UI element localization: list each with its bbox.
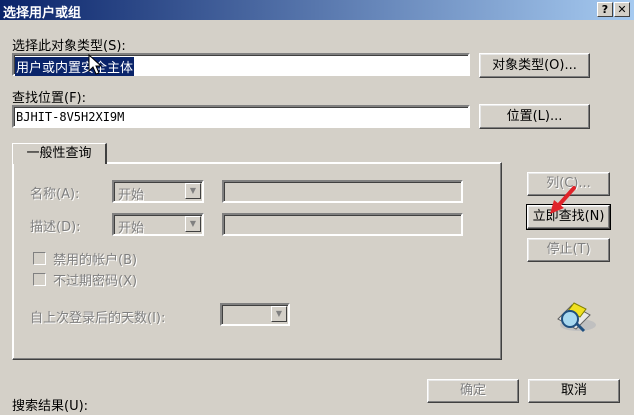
location-field[interactable]: BJHIT-8V5H2XI9M bbox=[12, 105, 470, 128]
object-types-button[interactable]: 对象类型(O)... bbox=[479, 53, 590, 78]
help-button[interactable]: ? bbox=[597, 2, 613, 17]
location-value: BJHIT-8V5H2XI9M bbox=[16, 110, 125, 124]
tab-common-queries[interactable]: 一般性查询 bbox=[12, 143, 107, 164]
object-type-label: 选择此对象类型(S): bbox=[12, 39, 126, 54]
chevron-down-icon: ▼ bbox=[185, 183, 201, 199]
name-input[interactable] bbox=[222, 180, 463, 203]
mouse-cursor-icon bbox=[88, 54, 103, 75]
description-label: 描述(D): bbox=[30, 220, 81, 235]
no-expire-password-label: 不过期密码(X) bbox=[53, 274, 138, 289]
description-mode-value: 开始 bbox=[118, 221, 145, 236]
close-button[interactable]: ✕ bbox=[614, 2, 630, 17]
name-label: 名称(A): bbox=[30, 187, 80, 202]
object-type-value: 用户或内置安全主体 bbox=[15, 57, 135, 76]
no-expire-password-checkbox[interactable] bbox=[33, 273, 46, 286]
disabled-accounts-label: 禁用的帐户(B) bbox=[53, 253, 138, 268]
locations-button[interactable]: 位置(L)... bbox=[479, 104, 590, 129]
annotation-arrow-icon bbox=[550, 186, 576, 214]
magnifier-icon bbox=[557, 302, 596, 333]
days-since-logon-label: 自上次登录后的天数(I): bbox=[30, 311, 166, 326]
chevron-down-icon: ▼ bbox=[185, 216, 201, 232]
description-input[interactable] bbox=[222, 213, 463, 236]
cancel-button[interactable]: 取消 bbox=[528, 379, 620, 403]
stop-button[interactable]: 停止(T) bbox=[527, 238, 610, 262]
description-mode-select[interactable]: 开始 ▼ bbox=[112, 213, 204, 236]
name-mode-select[interactable]: 开始 ▼ bbox=[112, 180, 204, 203]
days-since-logon-select[interactable]: ▼ bbox=[220, 303, 290, 326]
name-mode-value: 开始 bbox=[118, 188, 145, 203]
location-label: 查找位置(F): bbox=[12, 91, 87, 106]
window-title: 选择用户或组 bbox=[3, 6, 82, 21]
chevron-down-icon: ▼ bbox=[271, 306, 287, 322]
disabled-accounts-checkbox[interactable] bbox=[33, 252, 46, 265]
ok-button[interactable]: 确定 bbox=[427, 379, 519, 403]
search-results-label: 搜索结果(U): bbox=[12, 399, 89, 414]
title-bar: 选择用户或组 ? ✕ bbox=[0, 0, 634, 21]
object-type-field[interactable]: 用户或内置安全主体 bbox=[12, 53, 470, 76]
